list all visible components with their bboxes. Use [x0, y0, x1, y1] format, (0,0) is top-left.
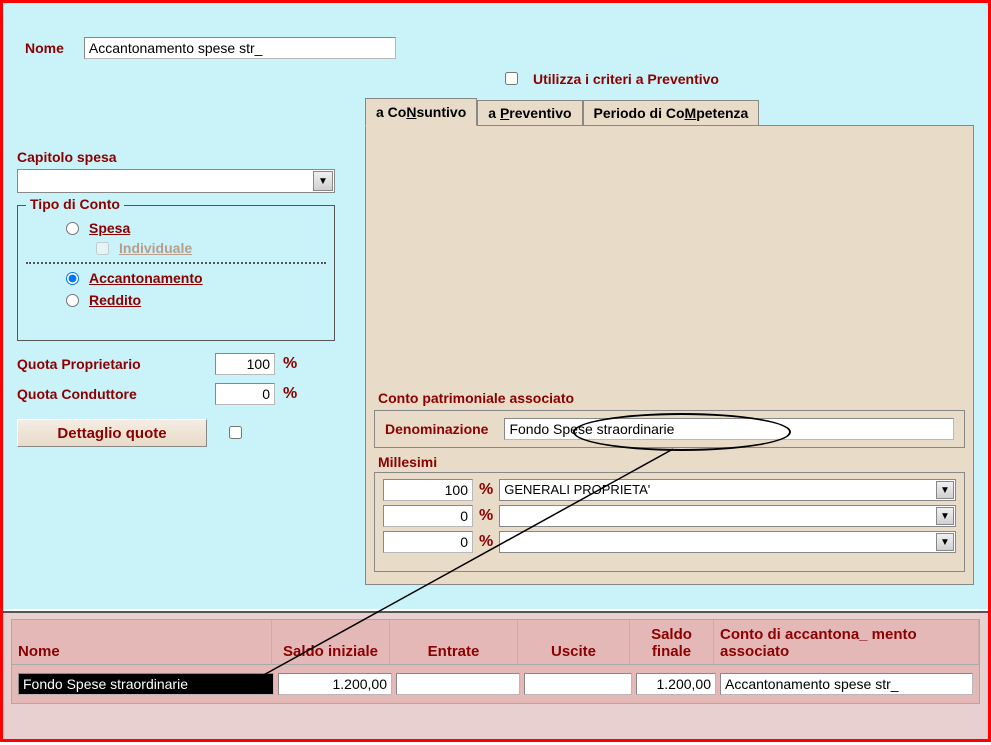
- dettaglio-checkbox[interactable]: [229, 426, 242, 439]
- th-saldo-iniziale: Saldo iniziale: [272, 620, 390, 664]
- row-saldo-iniziale-input[interactable]: [278, 673, 392, 695]
- percent-sign: %: [283, 385, 297, 403]
- millesimi-select[interactable]: ▼: [499, 505, 956, 527]
- millesimi-select[interactable]: ▼: [499, 531, 956, 553]
- table-row: [12, 665, 979, 703]
- conto-patrimoniale-box: Denominazione: [374, 410, 965, 448]
- dettaglio-quote-button[interactable]: Dettaglio quote: [17, 419, 207, 447]
- th-uscite: Uscite: [518, 620, 630, 664]
- millesimi-row: % ▼: [383, 505, 956, 527]
- millesimi-pct-input[interactable]: [383, 479, 473, 501]
- reddito-radio[interactable]: [66, 294, 79, 307]
- individuale-checkbox: [96, 242, 109, 255]
- spesa-radio[interactable]: [66, 222, 79, 235]
- millesimi-row: % GENERALI PROPRIETA' ▼: [383, 479, 956, 501]
- tipo-conto-fieldset: Tipo di Conto Spesa Individuale Accanton…: [17, 205, 335, 341]
- chevron-down-icon[interactable]: ▼: [936, 533, 954, 551]
- quota-conduttore-input[interactable]: [215, 383, 275, 405]
- separator: [26, 262, 326, 264]
- millesimi-pct-input[interactable]: [383, 531, 473, 553]
- percent-sign: %: [479, 481, 493, 499]
- chevron-down-icon[interactable]: ▼: [936, 507, 954, 525]
- th-entrate: Entrate: [390, 620, 518, 664]
- row-saldo-finale-input[interactable]: [636, 673, 716, 695]
- percent-sign: %: [283, 355, 297, 373]
- row-nome-input[interactable]: [18, 673, 274, 695]
- table-header: Nome Saldo iniziale Entrate Uscite Saldo…: [12, 620, 979, 665]
- criteri-checkbox[interactable]: [505, 72, 518, 85]
- accantonamento-label: Accantonamento: [89, 270, 203, 286]
- table: Nome Saldo iniziale Entrate Uscite Saldo…: [11, 619, 980, 704]
- row-conto-assoc-input[interactable]: [720, 673, 973, 695]
- chevron-down-icon[interactable]: ▼: [313, 171, 333, 191]
- millesimi-label: Millesimi: [378, 454, 437, 470]
- denominazione-label: Denominazione: [385, 421, 488, 437]
- chevron-down-icon[interactable]: ▼: [936, 481, 954, 499]
- nome-label: Nome: [25, 40, 64, 56]
- tab-container: a CoNsuntivo a Preventivo Periodo di CoM…: [365, 99, 974, 569]
- quota-proprietario-input[interactable]: [215, 353, 275, 375]
- capitolo-select[interactable]: ▼: [17, 169, 335, 193]
- percent-sign: %: [479, 533, 493, 551]
- tab-consuntivo[interactable]: a CoNsuntivo: [365, 98, 477, 126]
- criteri-label: Utilizza i criteri a Preventivo: [533, 71, 719, 87]
- th-nome: Nome: [12, 620, 272, 664]
- nome-input[interactable]: [84, 37, 396, 59]
- millesimi-pct-input[interactable]: [383, 505, 473, 527]
- accantonamento-radio[interactable]: [66, 272, 79, 285]
- row-entrate-input[interactable]: [396, 673, 520, 695]
- quota-proprietario-label: Quota Proprietario: [17, 356, 207, 372]
- tab-competenza[interactable]: Periodo di CoMpetenza: [583, 100, 760, 125]
- upper-form-panel: Nome Utilizza i criteri a Preventivo Cap…: [3, 3, 988, 609]
- millesimi-box: % GENERALI PROPRIETA' ▼ % ▼: [374, 472, 965, 572]
- window: Nome Utilizza i criteri a Preventivo Cap…: [0, 0, 991, 742]
- spesa-label: Spesa: [89, 220, 130, 236]
- millesimi-row: % ▼: [383, 531, 956, 553]
- row-uscite-input[interactable]: [524, 673, 632, 695]
- bottom-table-area: Nome Saldo iniziale Entrate Uscite Saldo…: [3, 611, 988, 739]
- tab-bar: a CoNsuntivo a Preventivo Periodo di CoM…: [365, 99, 974, 125]
- reddito-label: Reddito: [89, 292, 141, 308]
- th-conto-assoc: Conto di accantona_ mento associato: [714, 620, 979, 664]
- capitolo-label: Capitolo spesa: [17, 149, 335, 165]
- individuale-label: Individuale: [119, 240, 192, 256]
- millesimi-select[interactable]: GENERALI PROPRIETA' ▼: [499, 479, 956, 501]
- quota-conduttore-label: Quota Conduttore: [17, 386, 207, 402]
- conto-patrimoniale-label: Conto patrimoniale associato: [378, 390, 574, 406]
- denominazione-input[interactable]: [504, 418, 954, 440]
- millesimi-select-value: GENERALI PROPRIETA': [504, 482, 650, 497]
- percent-sign: %: [479, 507, 493, 525]
- tab-body: Conto patrimoniale associato Denominazio…: [365, 125, 974, 585]
- tab-preventivo[interactable]: a Preventivo: [477, 100, 582, 125]
- tipo-conto-legend: Tipo di Conto: [26, 196, 124, 212]
- th-saldo-finale: Saldo finale: [630, 620, 714, 664]
